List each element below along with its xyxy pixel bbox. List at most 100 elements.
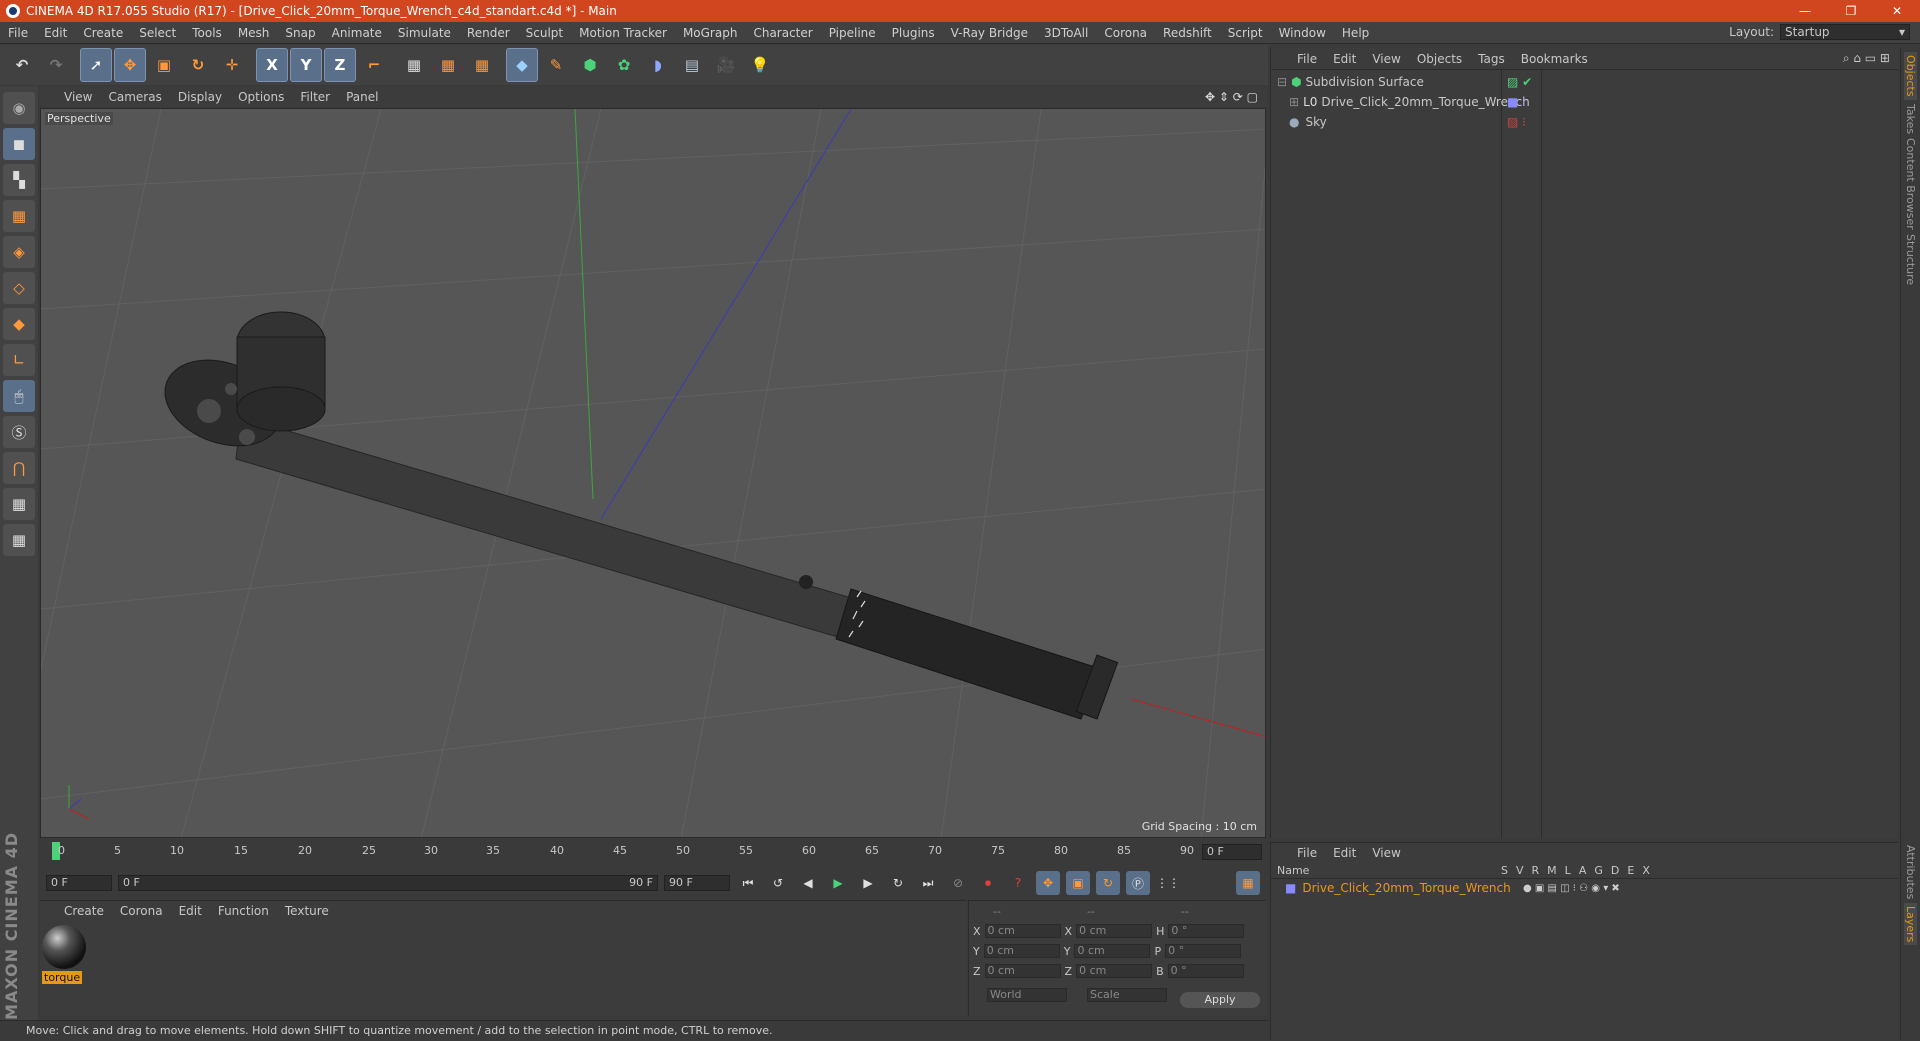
object-menu-view[interactable]: View	[1364, 52, 1408, 66]
layout-dropdown[interactable]: Startup	[1780, 24, 1910, 40]
solo-icon[interactable]: Ⓢ	[3, 416, 35, 448]
layer-toggle-icons[interactable]: ● ▣ ▤ ◫ ⁝ ⚇ ◉ ▾ ✖	[1523, 883, 1620, 894]
select-icon[interactable]: ➚	[80, 48, 112, 82]
viewport-menu-view[interactable]: View	[56, 90, 100, 104]
key-parameter-icon[interactable]: Ⓟ	[1126, 871, 1150, 895]
menu-snap[interactable]: Snap	[277, 26, 323, 40]
transform-icon[interactable]: ✛	[216, 48, 248, 82]
menu-redshift[interactable]: Redshift	[1155, 26, 1220, 40]
next-key-icon[interactable]: ↻	[886, 871, 910, 895]
key-rotation-icon[interactable]: ↻	[1096, 871, 1120, 895]
layer-name[interactable]: Drive_Click_20mm_Torque_Wrench	[1302, 881, 1510, 895]
perspective-viewport[interactable]: Perspective Grid Spacing : 10 cm	[40, 108, 1266, 838]
position-y-field[interactable]: 0 cm	[984, 944, 1060, 958]
pen-icon[interactable]: ✎	[540, 48, 572, 82]
polygons-mode-icon[interactable]: ◆	[3, 308, 35, 340]
scale-dropdown[interactable]: Scale	[1087, 988, 1167, 1002]
menu-3dtoall[interactable]: 3DToAll	[1036, 26, 1096, 40]
deformer-icon[interactable]: ◗	[642, 48, 674, 82]
go-to-end-icon[interactable]: ⏭	[916, 871, 940, 895]
scale-icon[interactable]: ▣	[148, 48, 180, 82]
object-menu-tags[interactable]: Tags	[1470, 52, 1513, 66]
key-pla-icon[interactable]: ⋮⋮	[1156, 871, 1180, 895]
viewport-menu-cameras[interactable]: Cameras	[100, 90, 169, 104]
material-name[interactable]: torque	[42, 971, 82, 984]
keyframe-selection-icon[interactable]: ⊘	[946, 871, 970, 895]
menu-help[interactable]: Help	[1334, 26, 1377, 40]
edges-mode-icon[interactable]: ◇	[3, 272, 35, 304]
menu-mograph[interactable]: MoGraph	[675, 26, 746, 40]
minimize-button[interactable]: —	[1782, 0, 1828, 22]
light-icon[interactable]: 💡	[744, 48, 776, 82]
points-mode-icon[interactable]: ◈	[3, 236, 35, 268]
start-frame-field[interactable]: 0 F	[46, 875, 112, 891]
menu-create[interactable]: Create	[75, 26, 131, 40]
undo-icon[interactable]: ↶	[6, 48, 38, 82]
tab-content-browser[interactable]: Content Browser	[1904, 138, 1917, 230]
previous-frame-icon[interactable]: ◀	[796, 871, 820, 895]
menu-vray-bridge[interactable]: V-Ray Bridge	[943, 26, 1036, 40]
z-axis-icon[interactable]: Z	[324, 48, 356, 82]
size-z-field[interactable]: 0 cm	[1076, 964, 1152, 978]
y-axis-icon[interactable]: Y	[290, 48, 322, 82]
menu-sculpt[interactable]: Sculpt	[518, 26, 571, 40]
world-dropdown[interactable]: World	[987, 988, 1067, 1002]
menu-simulate[interactable]: Simulate	[390, 26, 459, 40]
layer-color-icon[interactable]: ■ ⁝	[1507, 95, 1526, 109]
object-menu-objects[interactable]: Objects	[1409, 52, 1470, 66]
cloner-icon[interactable]: ✿	[608, 48, 640, 82]
position-x-field[interactable]: 0 cm	[985, 924, 1061, 938]
x-axis-icon[interactable]: X	[256, 48, 288, 82]
size-x-field[interactable]: 0 cm	[1076, 924, 1152, 938]
object-row-sky[interactable]: ● Sky ▨ ⁝	[1271, 112, 1899, 132]
menu-select[interactable]: Select	[131, 26, 184, 40]
viewport-nav-icons[interactable]: ✥ ⇕ ⟳ ▢	[1205, 90, 1258, 104]
tweak-mode-icon[interactable]: 🖱	[3, 380, 35, 412]
menu-edit[interactable]: Edit	[36, 26, 75, 40]
object-manager-search-icon[interactable]: ⌕ ⌂ ▭ ⊞	[1843, 51, 1890, 66]
coordinate-system-icon[interactable]: ⌐	[358, 48, 390, 82]
subdivision-icon[interactable]: ⬢	[574, 48, 606, 82]
apply-button[interactable]: Apply	[1180, 992, 1260, 1008]
maximize-button[interactable]: ❐	[1828, 0, 1874, 22]
model-mode-icon[interactable]: ◼	[3, 128, 35, 160]
tab-layers[interactable]: Layers	[1904, 903, 1917, 945]
timeline-icon[interactable]: ▦	[1236, 871, 1260, 895]
object-menu-bookmarks[interactable]: Bookmarks	[1513, 52, 1596, 66]
workplane-lock-icon[interactable]: ▦	[3, 488, 35, 520]
floor-icon[interactable]: ▤	[676, 48, 708, 82]
object-row-wrench[interactable]: ⊞ L0 Drive_Click_20mm_Torque_Wrench ■ ⁝	[1271, 92, 1899, 112]
next-frame-icon[interactable]: ▶	[856, 871, 880, 895]
menu-mesh[interactable]: Mesh	[230, 26, 278, 40]
material-menu-corona[interactable]: Corona	[112, 904, 171, 918]
material-menu-function[interactable]: Function	[210, 904, 277, 918]
tab-takes[interactable]: Takes	[1904, 104, 1917, 134]
render-region-icon[interactable]: ▦	[432, 48, 464, 82]
layer-row[interactable]: ■ Drive_Click_20mm_Torque_Wrench ● ▣ ▤ ◫…	[1271, 879, 1898, 897]
render-settings-icon[interactable]: ▦	[466, 48, 498, 82]
redo-icon[interactable]: ↷	[40, 48, 72, 82]
menu-character[interactable]: Character	[745, 26, 820, 40]
workplane-mode-icon[interactable]: ▦	[3, 200, 35, 232]
tag-icon[interactable]: ▨ ⁝	[1507, 115, 1526, 129]
tab-objects[interactable]: Objects	[1904, 52, 1917, 100]
menu-pipeline[interactable]: Pipeline	[821, 26, 884, 40]
menu-corona[interactable]: Corona	[1096, 26, 1155, 40]
menu-motion-tracker[interactable]: Motion Tracker	[571, 26, 675, 40]
render-view-icon[interactable]: ▦	[398, 48, 430, 82]
current-frame-field[interactable]: 0 F	[1202, 844, 1262, 860]
rotation-b-field[interactable]: 0 °	[1168, 964, 1244, 978]
end-frame-field[interactable]: 90 F	[664, 875, 730, 891]
frame-range-slider[interactable]: 0 F 90 F	[118, 875, 658, 891]
close-button[interactable]: ✕	[1874, 0, 1920, 22]
menu-script[interactable]: Script	[1220, 26, 1271, 40]
menu-plugins[interactable]: Plugins	[884, 26, 943, 40]
planar-workplane-icon[interactable]: ▦	[3, 524, 35, 556]
tab-attributes[interactable]: Attributes	[1904, 845, 1917, 899]
move-icon[interactable]: ✥	[114, 48, 146, 82]
menu-animate[interactable]: Animate	[324, 26, 390, 40]
previous-key-icon[interactable]: ↺	[766, 871, 790, 895]
timeline-ruler[interactable]: 0 5 10 15 20 25 30 35 40 45 50 55 60 65 …	[40, 840, 1266, 866]
layer-menu-edit[interactable]: Edit	[1325, 846, 1364, 860]
menu-render[interactable]: Render	[459, 26, 518, 40]
